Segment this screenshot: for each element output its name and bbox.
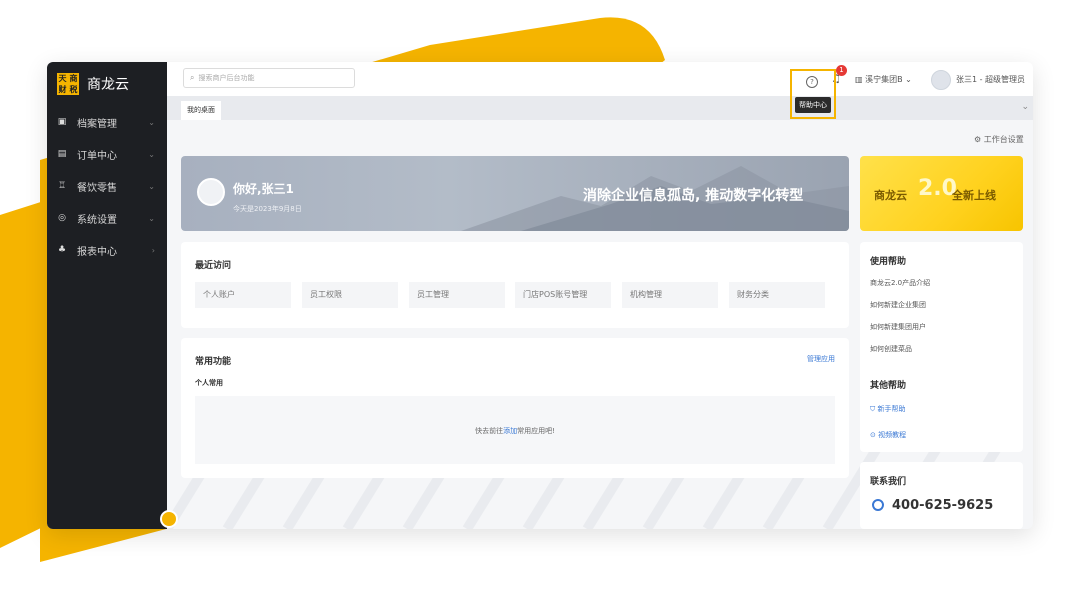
chevron-down-icon: ⌄: [905, 75, 912, 84]
archive-icon: ▣: [57, 117, 67, 127]
other-help-title: 其他帮助: [870, 381, 907, 391]
card-title: 最近访问: [195, 261, 232, 271]
manage-apps-link[interactable]: 管理应用: [807, 354, 835, 364]
chevron-right-icon: ›: [151, 245, 155, 255]
search-placeholder: 搜索商户后台功能: [198, 74, 255, 82]
promo-banner[interactable]: 商龙云 2.0 全新上线: [860, 156, 1023, 231]
search-input[interactable]: ⌕ 搜索商户后台功能: [183, 68, 355, 88]
user-menu[interactable]: 张三1 - 超级管理员: [956, 74, 1025, 85]
tab-bar: 我的桌面 ⌄: [167, 96, 1033, 120]
avatar[interactable]: [931, 70, 951, 90]
gear-icon: ⚙: [974, 135, 984, 144]
help-tooltip: 帮助中心: [795, 97, 831, 113]
store-icon: ♖: [57, 181, 67, 191]
promo-tagline: 全新上线: [952, 189, 996, 202]
recent-item[interactable]: 门店POS账号管理: [515, 282, 611, 308]
sidebar-item-label: 系统设置: [77, 214, 117, 226]
chevron-down-icon: ⌄: [148, 149, 155, 159]
beginner-help-link[interactable]: ⛉ 新手帮助: [870, 404, 905, 414]
help-item[interactable]: 如何创建菜品: [870, 344, 912, 354]
common-functions-card: 常用功能 管理应用 个人常用 快去前往添加常用应用吧!: [181, 338, 849, 478]
recent-item[interactable]: 机构管理: [622, 282, 718, 308]
video-tutorial-link[interactable]: ⊙ 视频教程: [870, 430, 906, 440]
tab-my-desktop[interactable]: 我的桌面: [181, 101, 221, 120]
add-app-link[interactable]: 添加: [503, 427, 517, 435]
top-bar: ⌕ 搜索商户后台功能 ? 帮助中心 ♫ 1 ▥ 溪宁集团B ⌄ 张三1 - 超级…: [167, 62, 1033, 119]
help-item[interactable]: 如何新建集团用户: [870, 322, 926, 332]
welcome-banner: 你好,张三1 今天是2023年9月8日 消除企业信息孤岛, 推动数字化转型: [181, 156, 849, 231]
recent-item[interactable]: 员工权限: [302, 282, 398, 308]
personal-common-title: 个人常用: [195, 379, 223, 387]
logo-mark: 天商 财税: [57, 73, 79, 95]
sidebar: 天商 财税 商龙云 ▣ 档案管理 ⌄ ▤ 订单中心 ⌄ ♖ 餐饮零售 ⌄ ◎ 系…: [47, 62, 167, 529]
recent-item[interactable]: 员工管理: [409, 282, 505, 308]
chevron-down-icon[interactable]: ⌄: [1021, 102, 1029, 112]
date-text: 今天是2023年9月8日: [233, 205, 302, 213]
building-icon: ▥: [855, 75, 866, 84]
sidebar-item-retail[interactable]: ♖ 餐饮零售 ⌄: [47, 170, 167, 202]
help-card: 使用帮助 商龙云2.0产品介绍 如何新建企业集团 如何新建集团用户 如何创建菜品…: [860, 242, 1023, 452]
sidebar-item-archive[interactable]: ▣ 档案管理 ⌄: [47, 106, 167, 138]
contact-title: 联系我们: [870, 477, 907, 487]
recent-visits-card: 最近访问 个人账户 员工权限 员工管理 门店POS账号管理 机构管理 财务分类: [181, 242, 849, 328]
headset-icon: [872, 499, 884, 511]
search-icon: ⌕: [190, 73, 195, 82]
order-icon: ▤: [57, 149, 67, 159]
logo[interactable]: 天商 财税 商龙云: [47, 62, 167, 106]
chevron-down-icon: ⌄: [148, 181, 155, 191]
avatar: [197, 178, 225, 206]
sidebar-item-orders[interactable]: ▤ 订单中心 ⌄: [47, 138, 167, 170]
promo-brand: 商龙云: [874, 189, 907, 202]
empty-text: 快去前往添加常用应用吧!: [475, 427, 555, 435]
card-title: 常用功能: [195, 357, 232, 367]
status-dot: [160, 510, 178, 528]
sidebar-item-settings[interactable]: ◎ 系统设置 ⌄: [47, 202, 167, 234]
help-item[interactable]: 如何新建企业集团: [870, 300, 926, 310]
play-icon: ⊙: [870, 431, 879, 439]
help-icon[interactable]: ?: [806, 76, 818, 88]
help-center-highlight: ? 帮助中心: [790, 69, 836, 119]
app-name: 商龙云: [87, 77, 129, 93]
settings-icon: ◎: [58, 213, 66, 223]
phone-number: 400-625-9625: [872, 498, 993, 513]
sidebar-item-label: 报表中心: [77, 246, 117, 258]
slogan: 消除企业信息孤岛, 推动数字化转型: [583, 188, 804, 204]
help-item[interactable]: 商龙云2.0产品介绍: [870, 278, 930, 288]
app-window: 天商 财税 商龙云 ▣ 档案管理 ⌄ ▤ 订单中心 ⌄ ♖ 餐饮零售 ⌄ ◎ 系…: [47, 62, 1033, 529]
chevron-down-icon: ⌄: [148, 213, 155, 223]
chevron-down-icon: ⌄: [148, 117, 155, 127]
workbench-settings-link[interactable]: ⚙ 工作台设置: [974, 134, 1024, 145]
sidebar-item-label: 订单中心: [77, 150, 117, 162]
empty-state: 快去前往添加常用应用吧!: [195, 396, 835, 464]
recent-item[interactable]: 财务分类: [729, 282, 825, 308]
help-title: 使用帮助: [870, 257, 907, 267]
greeting: 你好,张三1: [233, 182, 294, 196]
sidebar-item-label: 档案管理: [77, 118, 117, 130]
recent-item[interactable]: 个人账户: [195, 282, 291, 308]
org-name: 溪宁集团B: [865, 75, 903, 84]
sidebar-item-label: 餐饮零售: [77, 182, 117, 194]
contact-card: 联系我们 400-625-9625: [860, 462, 1023, 529]
report-icon: ♣: [57, 245, 67, 255]
org-switcher[interactable]: ▥ 溪宁集团B ⌄: [855, 74, 912, 85]
notification-badge: 1: [836, 65, 847, 76]
sidebar-item-reports[interactable]: ♣ 报表中心 ›: [47, 234, 167, 266]
